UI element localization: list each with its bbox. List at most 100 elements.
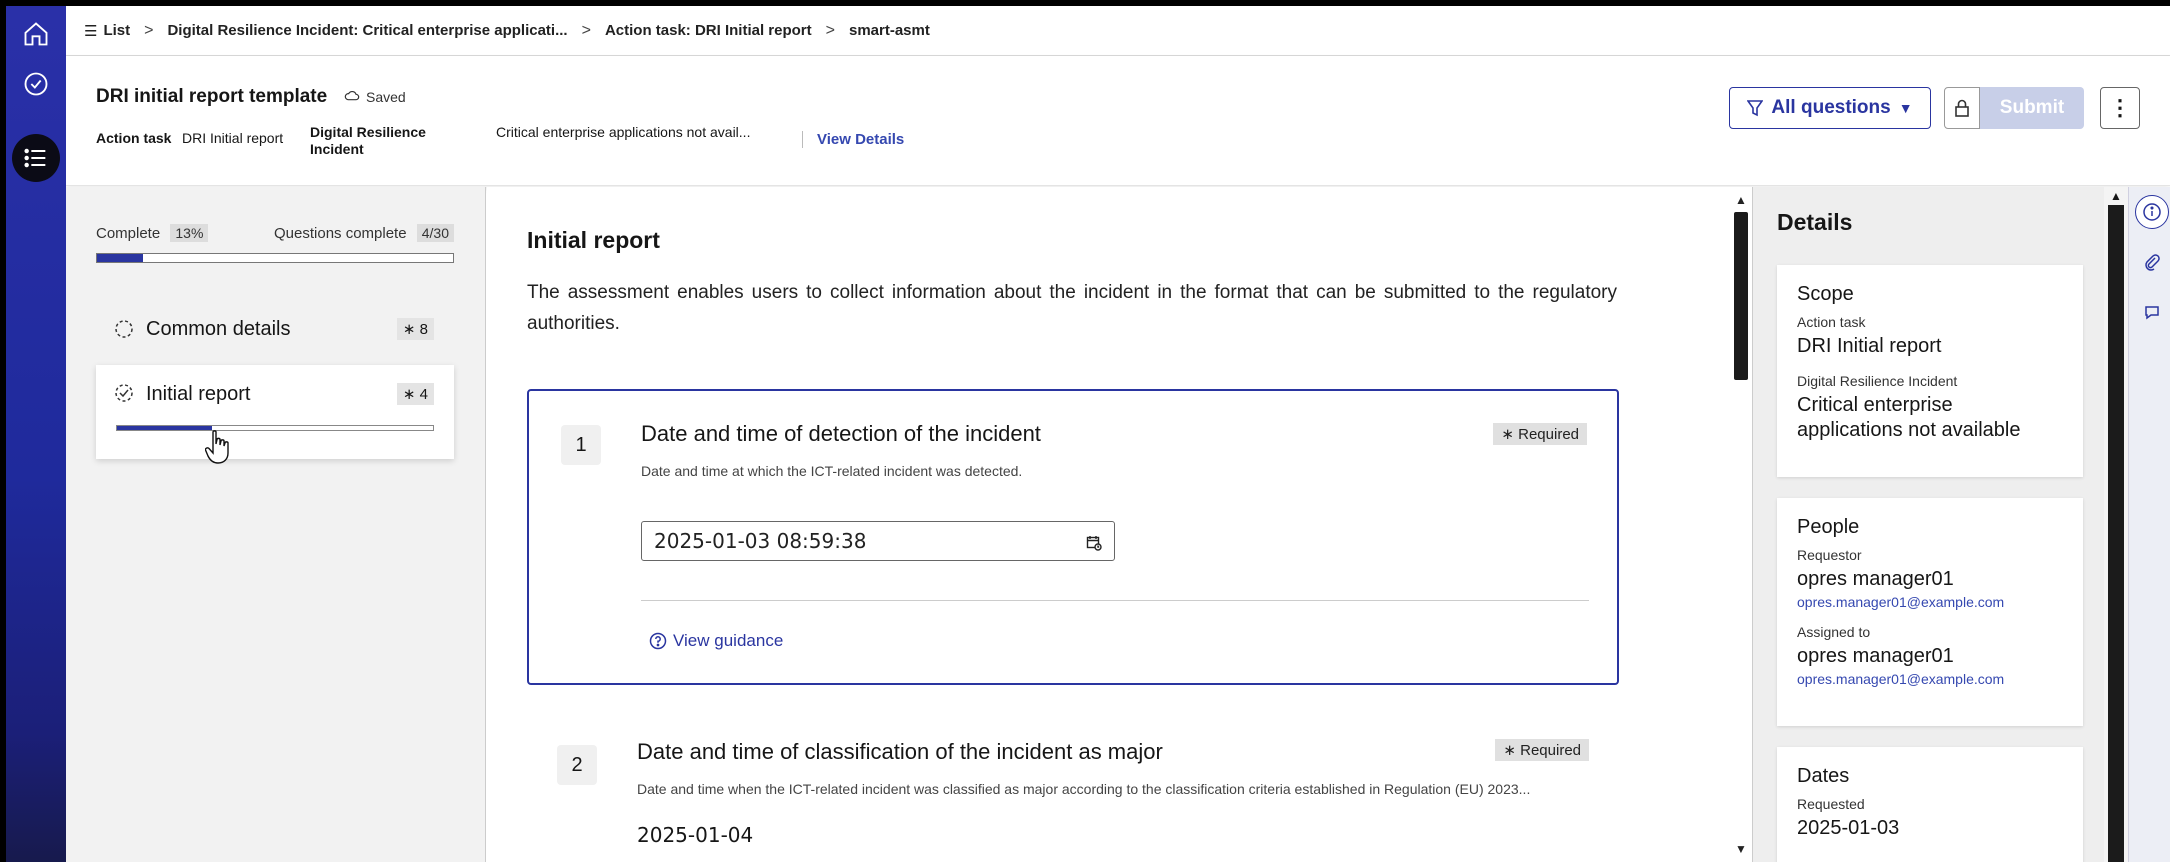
section-progress-fill — [117, 426, 212, 430]
overall-progress-bar — [96, 253, 454, 263]
scroll-down-icon[interactable]: ▼ — [1735, 842, 1747, 856]
question-number: 2 — [557, 745, 597, 785]
question-title: Date and time of classification of the i… — [637, 739, 1163, 764]
section-heading: Initial report — [527, 227, 660, 253]
help-icon — [649, 632, 667, 650]
action-task-value: DRI Initial report — [182, 130, 284, 146]
section-nav: Complete 13% Questions complete 4/30 Com… — [66, 187, 486, 862]
dates-heading: Dates — [1797, 765, 1850, 787]
submit-button[interactable]: Submit — [1980, 87, 2084, 129]
answer-value: 2025-01-04 — [637, 823, 754, 847]
question-card-2[interactable]: 2 Date and time of classification of the… — [527, 711, 1619, 862]
cloud-icon — [344, 88, 360, 105]
side-tab-bar — [2128, 187, 2170, 862]
question-description: Date and time when the ICT-related incid… — [637, 781, 1531, 797]
dates-card: Dates Requested 2025-01-03 — [1777, 747, 2083, 862]
details-heading: Details — [1777, 209, 1853, 235]
scroll-up-icon[interactable]: ▲ — [2110, 189, 2122, 203]
breadcrumb-current: smart-asmt — [848, 22, 930, 39]
date-time-value: 2025-01-03 08:59:38 — [654, 529, 867, 553]
chevron-right-icon: > — [144, 21, 154, 39]
view-details-link[interactable]: View Details — [802, 131, 904, 148]
requested-value: 2025-01-03 — [1797, 817, 1900, 839]
caret-down-icon: ▼ — [1898, 100, 1913, 116]
lock-button[interactable] — [1944, 87, 1980, 129]
app-frame: ☰ List > Digital Resilience Incident: Cr… — [0, 0, 2170, 862]
lock-icon — [1955, 99, 1969, 117]
scroll-up-icon[interactable]: ▲ — [1735, 193, 1747, 207]
section-name: Initial report — [146, 383, 251, 405]
breadcrumb: ☰ List > Digital Resilience Incident: Cr… — [66, 6, 2170, 56]
incident-label: Digital Resilience Incident — [1797, 373, 1958, 389]
section-initial-report[interactable]: Initial report ∗ 4 — [96, 365, 454, 459]
home-icon[interactable] — [16, 14, 56, 54]
assigned-name: opres manager01 — [1797, 645, 1954, 667]
filter-icon — [1747, 100, 1764, 117]
questions-complete-value: 4/30 — [416, 224, 454, 242]
saved-label: Saved — [366, 88, 406, 105]
divider — [641, 600, 1589, 601]
chevron-right-icon: > — [825, 21, 835, 39]
overall-progress-fill — [97, 254, 144, 262]
date-time-input[interactable]: 2025-01-03 08:59:38 — [641, 521, 1115, 561]
all-questions-filter[interactable]: All questions ▼ — [1729, 87, 1931, 129]
scrollbar-thumb[interactable] — [2108, 205, 2124, 862]
progress-summary: Complete 13% Questions complete 4/30 — [96, 224, 454, 242]
people-heading: People — [1797, 516, 1860, 538]
breadcrumb-list[interactable]: List — [103, 22, 130, 39]
chevron-right-icon: > — [581, 21, 591, 39]
incident-value: Critical enterprise applications not ava… — [496, 124, 751, 140]
calendar-icon[interactable] — [1086, 532, 1102, 556]
section-name: Common details — [146, 317, 291, 340]
check-circle-icon[interactable] — [16, 64, 56, 104]
paperclip-icon[interactable] — [2135, 245, 2169, 279]
comment-icon[interactable] — [2135, 295, 2169, 329]
dashed-circle-icon — [115, 320, 133, 338]
question-description: Date and time at which the ICT-related i… — [641, 463, 1023, 479]
view-guidance-link[interactable]: View guidance — [649, 631, 783, 651]
page-header: DRI initial report template Saved Action… — [66, 56, 2170, 186]
scrollbar-thumb[interactable] — [1734, 212, 1748, 380]
content-scrollbar[interactable]: ▲ ▼ — [1730, 187, 1752, 862]
people-card: People Requestor opres manager01 opres.m… — [1777, 498, 2083, 726]
filter-label: All questions — [1771, 97, 1891, 118]
scope-heading: Scope — [1797, 283, 1854, 305]
section-description: The assessment enables users to collect … — [527, 282, 1617, 334]
scope-card: Scope Action task DRI Initial report Dig… — [1777, 265, 2083, 477]
required-count: ∗ 4 — [396, 383, 434, 405]
section-progress-bar — [116, 425, 434, 431]
hand-cursor-icon — [205, 430, 229, 464]
requestor-label: Requestor — [1797, 547, 1862, 563]
view-guidance-label: View guidance — [673, 631, 784, 650]
breadcrumb-action-task[interactable]: Action task: DRI Initial report — [605, 22, 812, 39]
requestor-email[interactable]: opres.manager01@example.com — [1797, 594, 2063, 610]
questions-complete-label: Questions complete — [274, 225, 407, 242]
info-icon[interactable] — [2135, 195, 2169, 229]
overflow-menu-icon[interactable]: ⋮ — [2100, 87, 2140, 129]
question-card-1[interactable]: 1 Date and time of detection of the inci… — [527, 389, 1619, 685]
incident-label: Digital Resilience Incident — [310, 124, 426, 157]
incident-value: Critical enterprise applications not ava… — [1797, 394, 2021, 441]
action-task-value: DRI Initial report — [1797, 335, 1942, 357]
section-common-details[interactable]: Common details ∗ 8 — [96, 299, 454, 359]
complete-value: 13% — [170, 224, 209, 242]
question-number: 1 — [561, 425, 601, 465]
list-icon[interactable] — [12, 134, 60, 182]
requested-label: Requested — [1797, 796, 1865, 812]
complete-label: Complete — [96, 225, 161, 242]
question-title: Date and time of detection of the incide… — [641, 421, 1041, 446]
list-small-icon: ☰ — [84, 22, 98, 40]
in-progress-check-icon — [115, 384, 133, 402]
assigned-email[interactable]: opres.manager01@example.com — [1797, 671, 2063, 687]
breadcrumb-incident[interactable]: Digital Resilience Incident: Critical en… — [167, 22, 567, 39]
left-rail — [6, 6, 66, 862]
details-panel: Details Scope Action task DRI Initial re… — [1752, 187, 2104, 862]
details-scrollbar[interactable]: ▲ — [2104, 187, 2128, 862]
question-content: Initial report The assessment enables us… — [487, 187, 1751, 862]
requestor-name: opres manager01 — [1797, 568, 1954, 590]
saved-status: Saved — [344, 88, 406, 105]
action-task-label: Action task — [96, 130, 172, 146]
required-badge: ∗ Required — [1495, 739, 1589, 761]
action-task-label: Action task — [1797, 314, 1866, 330]
page-title: DRI initial report template — [96, 86, 328, 107]
